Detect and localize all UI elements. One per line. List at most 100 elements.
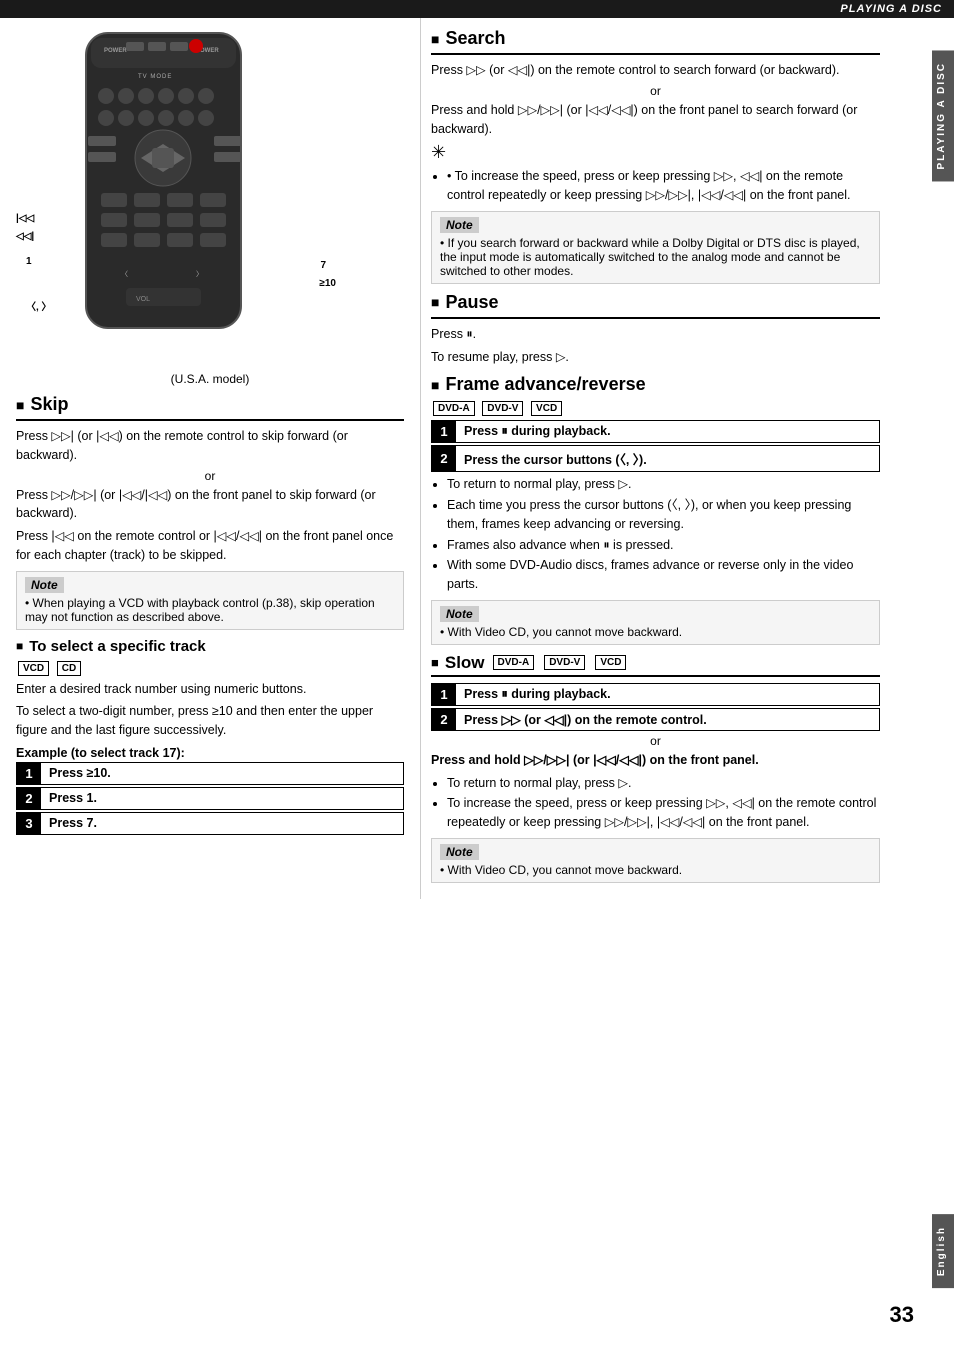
top-bar: PLAYING A DISC [0, 0, 954, 18]
search-para2: Press and hold ▷▷/▷▷| (or |◁◁/◁◁|) on th… [431, 101, 880, 139]
search-note-text: • If you search forward or backward whil… [440, 236, 871, 278]
svg-text:〈: 〈 [121, 270, 128, 278]
skip-heading: Skip [16, 394, 404, 415]
slow-note: Note • With Video CD, you cannot move ba… [431, 838, 880, 883]
right-column: Search Press ▷▷ (or ◁◁|) on the remote c… [420, 18, 910, 899]
slow-step-2-text: Press ▷▷ (or ◁◁|) on the remote control. [456, 709, 879, 730]
top-bar-label: PLAYING A DISC [840, 3, 942, 15]
frame-advance-section: Frame advance/reverse DVD-A DVD-V VCD 1 … [431, 374, 880, 645]
search-para1: Press ▷▷ (or ◁◁|) on the remote control … [431, 61, 880, 80]
step-1-text: Press ≥10. [41, 763, 403, 784]
step-3-text: Press 7. [41, 813, 403, 834]
badge-dvdv: DVD-V [482, 401, 523, 416]
pause-para2: To resume play, press ▷. [431, 348, 880, 367]
slow-badge-dvdv: DVD-V [544, 655, 585, 670]
skip-note-text: • When playing a VCD with playback contr… [25, 596, 395, 624]
search-heading: Search [431, 28, 880, 49]
svg-text:TV MODE: TV MODE [138, 74, 172, 80]
search-or1: or [431, 84, 880, 98]
pause-divider [431, 317, 880, 319]
annotation-skip-fwd: ◁◁| [16, 231, 34, 242]
playing-a-disc-tab: PLAYING A DISC [932, 50, 954, 181]
slow-step-1-num: 1 [432, 684, 456, 705]
example-label: Example (to select track 17): [16, 746, 404, 760]
frame-step-2-text: Press the cursor buttons (〈, 〉). [456, 446, 879, 471]
skip-para1: Press ▷▷| (or |◁◁) on the remote control… [16, 427, 404, 465]
remote-svg: POWER POWER TV MODE [66, 28, 266, 338]
skip-para2: Press ▷▷/▷▷| (or |◁◁/|◁◁) on the front p… [16, 486, 404, 524]
sun-icon: ✳ [431, 142, 880, 163]
svg-text:VOL: VOL [136, 296, 150, 303]
slow-badge-vcd: VCD [595, 655, 626, 670]
step-3-num: 3 [17, 813, 41, 834]
frame-note-text: • With Video CD, you cannot move backwar… [440, 625, 871, 639]
step-2-row: 2 Press 1. [16, 787, 404, 810]
slow-step2b: Press and hold ▷▷/▷▷| (or |◁◁/◁◁|) on th… [431, 751, 880, 770]
select-track-section: To select a specific track VCD CD Enter … [16, 638, 404, 835]
frame-note: Note • With Video CD, you cannot move ba… [431, 600, 880, 645]
search-tip: • To increase the speed, press or keep p… [447, 167, 880, 205]
step-2-text: Press 1. [41, 788, 403, 809]
frame-advance-heading: Frame advance/reverse [431, 374, 880, 395]
select-track-heading: To select a specific track [16, 638, 404, 655]
frame-bullet-4: With some DVD-Audio discs, frames advanc… [447, 556, 880, 594]
slow-step-2-num: 2 [432, 709, 456, 730]
frame-bullet-3: Frames also advance when ⏸ is pressed. [447, 536, 880, 555]
remote-illustration: POWER POWER TV MODE [16, 28, 404, 386]
annotation-arrows: 〈, 〉 [26, 298, 52, 313]
skip-section: Skip Press ▷▷| (or |◁◁) on the remote co… [16, 394, 404, 630]
skip-divider [16, 419, 404, 421]
search-note: Note • If you search forward or backward… [431, 211, 880, 284]
select-track-para1: Enter a desired track number using numer… [16, 680, 404, 699]
step-2-num: 2 [17, 788, 41, 809]
search-divider [431, 53, 880, 55]
slow-or: or [431, 734, 880, 748]
svg-text:POWER: POWER [104, 48, 127, 54]
slow-divider [431, 675, 880, 677]
slow-section: Slow DVD-A DVD-V VCD 1 Press ⏸ during pl… [431, 653, 880, 883]
skip-note: Note • When playing a VCD with playback … [16, 571, 404, 630]
slow-note-title: Note [440, 844, 479, 860]
page-number: 33 [890, 1302, 914, 1328]
step-1-num: 1 [17, 763, 41, 784]
frame-bullets: To return to normal play, press ▷. Each … [431, 475, 880, 594]
annotation-7: 7 [320, 260, 326, 271]
slow-bullet-2: To increase the speed, press or keep pre… [447, 794, 880, 832]
skip-or1: or [16, 469, 404, 483]
remote-caption: (U.S.A. model) [16, 372, 404, 386]
pause-section: Pause Press ⏸. To resume play, press ▷. [431, 292, 880, 367]
pause-para1: Press ⏸. [431, 325, 880, 344]
frame-bullet-2: Each time you press the cursor buttons (… [447, 496, 880, 534]
annotation-skip-back: |◁◁ [16, 213, 34, 224]
badge-cd: CD [57, 661, 81, 676]
frame-bullet-1: To return to normal play, press ▷. [447, 475, 880, 494]
slow-badge-dvda: DVD-A [493, 655, 535, 670]
frame-step-1-num: 1 [432, 421, 456, 442]
skip-note-title: Note [25, 577, 64, 593]
slow-bullet-1: To return to normal play, press ▷. [447, 774, 880, 793]
skip-para3: Press |◁◁ on the remote control or |◁◁/◁… [16, 527, 404, 565]
left-column: POWER POWER TV MODE [0, 18, 420, 899]
annotation-1: 1 [26, 256, 32, 267]
step-3-row: 3 Press 7. [16, 812, 404, 835]
badge-vcd: VCD [18, 661, 49, 676]
select-track-para2: To select a two-digit number, press ≥10 … [16, 702, 404, 740]
slow-step-1: 1 Press ⏸ during playback. [431, 683, 880, 706]
english-tab: English [932, 1214, 954, 1288]
search-section: Search Press ▷▷ (or ◁◁|) on the remote c… [431, 28, 880, 284]
frame-note-title: Note [440, 606, 479, 622]
remote-annotation-wrap: POWER POWER TV MODE [16, 28, 336, 368]
badge-vcd2: VCD [531, 401, 562, 416]
search-note-title: Note [440, 217, 479, 233]
frame-step-2-num: 2 [432, 446, 456, 471]
search-tip-list: • To increase the speed, press or keep p… [431, 167, 880, 205]
slow-bullets: To return to normal play, press ▷. To in… [431, 774, 880, 832]
pause-heading: Pause [431, 292, 880, 313]
svg-text:〉: 〉 [196, 270, 203, 278]
slow-step-2: 2 Press ▷▷ (or ◁◁|) on the remote contro… [431, 708, 880, 731]
slow-heading: Slow DVD-A DVD-V VCD [431, 653, 880, 673]
slow-step-1-text: Press ⏸ during playback. [456, 684, 879, 705]
frame-step-1: 1 Press ⏸ during playback. [431, 420, 880, 443]
slow-note-text: • With Video CD, you cannot move backwar… [440, 863, 871, 877]
step-1-row: 1 Press ≥10. [16, 762, 404, 785]
